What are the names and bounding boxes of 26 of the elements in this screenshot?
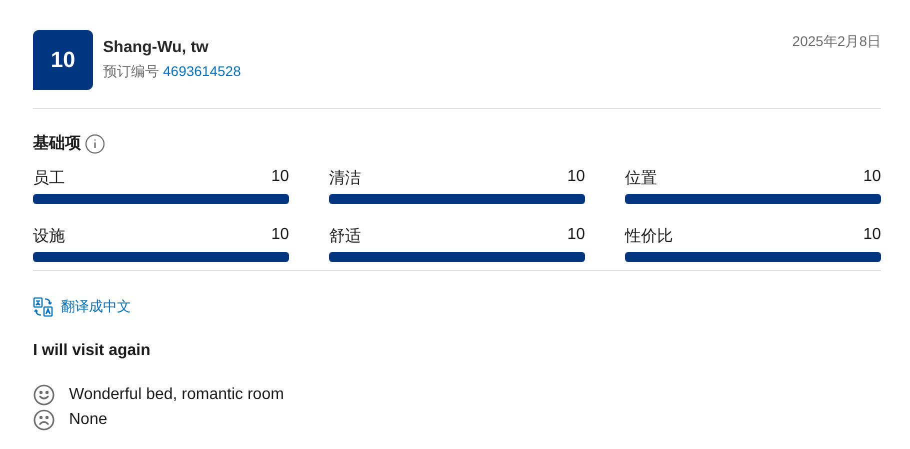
category-label: 员工 <box>33 169 65 189</box>
category-label: 性价比 <box>625 226 673 247</box>
review-date: 2025年2月8日 <box>792 32 881 51</box>
reviewer-name: Shang-Wu, tw <box>103 39 210 57</box>
negative-comment: None <box>69 410 108 428</box>
positive-comment: Wonderful bed, romantic room <box>69 386 284 404</box>
info-icon[interactable] <box>85 134 105 154</box>
section-title: 基础项 <box>33 134 81 154</box>
category-label: 清洁 <box>329 168 361 189</box>
category-label: 舒适 <box>329 226 361 247</box>
category-label: 设施 <box>33 226 65 247</box>
category-score: 10 <box>271 226 289 245</box>
score-badge: 10 <box>33 30 93 90</box>
sad-face-icon <box>33 408 55 430</box>
category-score: 10 <box>271 168 289 187</box>
smiley-face-icon <box>33 384 55 406</box>
category-score: 10 <box>567 226 585 245</box>
category-label: 位置 <box>625 169 657 189</box>
booking-number: 4693614528 <box>163 63 241 81</box>
translate-link[interactable]: 翻译成中文 <box>33 297 131 317</box>
category-score: 10 <box>863 226 881 245</box>
category-score: 10 <box>863 168 881 187</box>
review-title: I will visit again <box>33 342 152 360</box>
translate-icon <box>33 297 53 317</box>
category-score: 10 <box>567 168 585 187</box>
booking-label: 预订编号 <box>103 63 159 81</box>
